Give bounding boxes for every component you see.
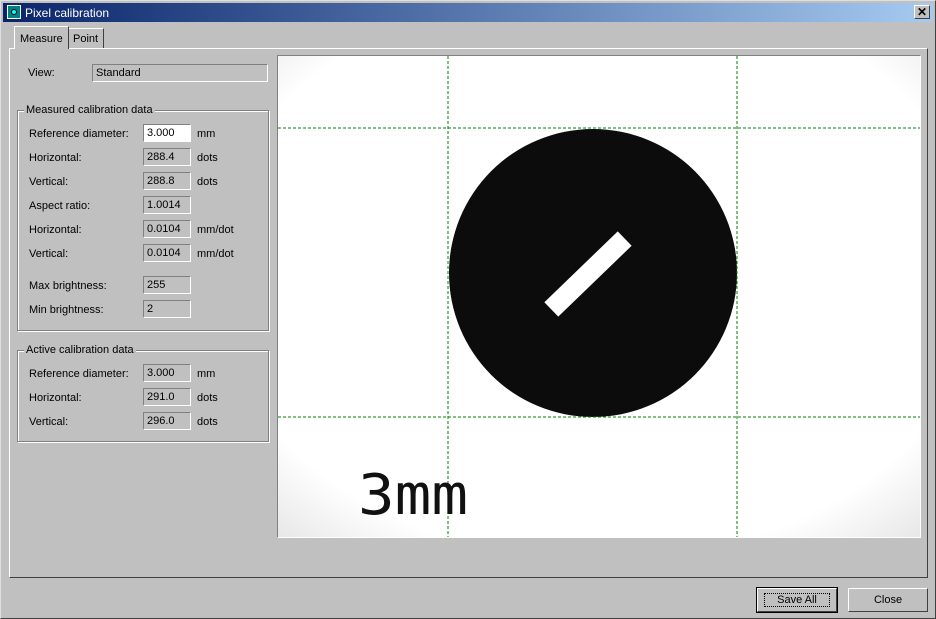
active-horizontal-label: Horizontal: [29, 392, 82, 404]
pixel-calibration-window: Pixel calibration ✕ Measure Point View: … [0, 0, 936, 619]
calibration-app-icon [7, 5, 21, 19]
measured-vertical-mm-unit: mm/dot [197, 248, 234, 260]
measured-vertical-field: 288.8 [143, 172, 191, 190]
measured-vertical-mm-field: 0.0104 [143, 244, 191, 262]
measured-ref-diameter-label: Reference diameter: [29, 128, 129, 140]
close-icon[interactable]: ✕ [914, 5, 930, 19]
measured-vertical-mm-label: Vertical: [29, 248, 69, 260]
active-ref-diameter-label: Reference diameter: [29, 368, 129, 380]
active-vertical-field: 296.0 [143, 412, 191, 430]
view-label: View: [28, 67, 55, 79]
measured-horizontal-label: Horizontal: [29, 152, 82, 164]
measured-horizontal-unit: dots [197, 152, 218, 164]
save-all-button[interactable]: Save All [756, 587, 838, 613]
active-ref-diameter-unit: mm [197, 368, 216, 380]
view-field: Standard [92, 64, 268, 82]
aspect-ratio-label: Aspect ratio: [29, 200, 91, 212]
title-bar[interactable]: Pixel calibration ✕ [3, 3, 933, 22]
active-vertical-unit: dots [197, 416, 218, 428]
min-brightness-field: 2 [143, 300, 191, 318]
close-button[interactable]: Close [848, 588, 928, 612]
aspect-ratio-field: 1.0014 [143, 196, 191, 214]
tab-measure[interactable]: Measure [14, 26, 69, 49]
tab-point[interactable]: Point [67, 28, 105, 48]
active-group-title: Active calibration data [24, 344, 136, 356]
window-title: Pixel calibration [25, 6, 110, 20]
measured-horizontal-mm-label: Horizontal: [29, 224, 82, 236]
max-brightness-label: Max brightness: [29, 280, 107, 292]
active-horizontal-unit: dots [197, 392, 218, 404]
calibration-image-view[interactable]: 3mm [277, 55, 921, 538]
scale-label: 3mm [358, 463, 468, 528]
active-horizontal-field: 291.0 [143, 388, 191, 406]
save-all-label: Save All [764, 593, 830, 607]
measured-horizontal-mm-unit: mm/dot [197, 224, 234, 236]
reference-diameter-input[interactable]: 3.000 [143, 124, 191, 142]
calibration-image: 3mm [278, 56, 920, 537]
measured-horizontal-field: 288.4 [143, 148, 191, 166]
measured-vertical-unit: dots [197, 176, 218, 188]
min-brightness-label: Min brightness: [29, 304, 104, 316]
active-ref-diameter-field: 3.000 [143, 364, 191, 382]
max-brightness-field: 255 [143, 276, 191, 294]
measured-group-title: Measured calibration data [24, 104, 155, 116]
measured-ref-diameter-unit: mm [197, 128, 216, 140]
measured-horizontal-mm-field: 0.0104 [143, 220, 191, 238]
active-vertical-label: Vertical: [29, 416, 69, 428]
measured-vertical-label: Vertical: [29, 176, 69, 188]
